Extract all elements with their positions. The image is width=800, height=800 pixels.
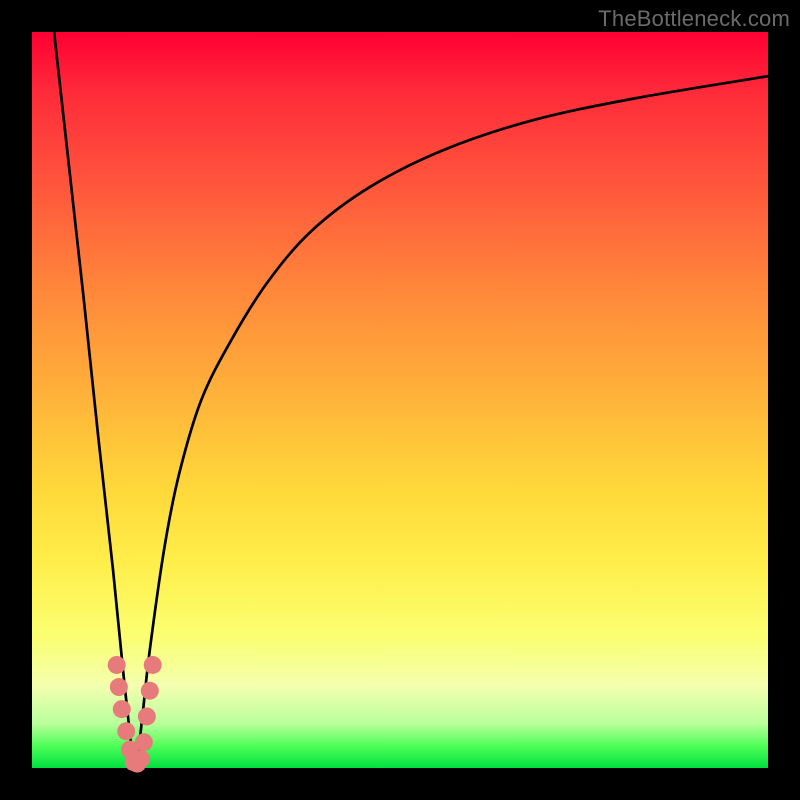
plot-area bbox=[32, 32, 768, 768]
bottleneck-cluster bbox=[108, 656, 162, 773]
curve-layer bbox=[32, 32, 768, 768]
scatter-point bbox=[138, 707, 156, 725]
chart-frame: TheBottleneck.com bbox=[0, 0, 800, 800]
scatter-point bbox=[113, 700, 131, 718]
scatter-point bbox=[110, 678, 128, 696]
scatter-point bbox=[132, 750, 150, 768]
right-rising-curve bbox=[137, 76, 768, 768]
scatter-point bbox=[141, 682, 159, 700]
watermark-text: TheBottleneck.com bbox=[598, 6, 790, 32]
scatter-point bbox=[108, 656, 126, 674]
scatter-point bbox=[144, 656, 162, 674]
scatter-point bbox=[117, 722, 135, 740]
scatter-point bbox=[135, 733, 153, 751]
